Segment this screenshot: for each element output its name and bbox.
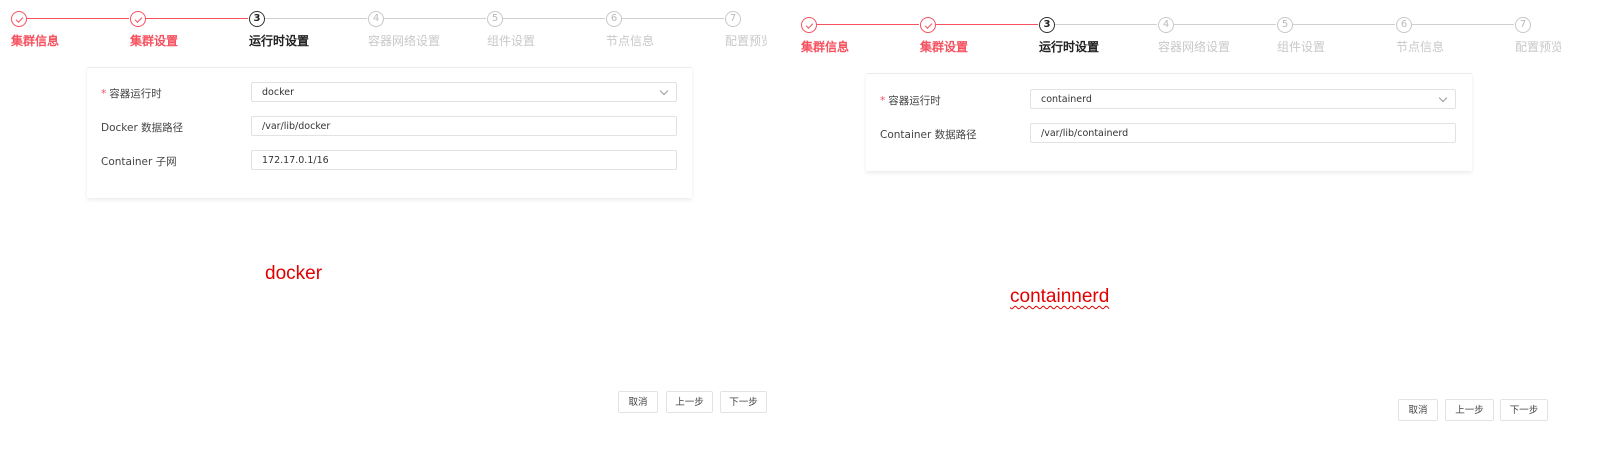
- runtime-row: * 容器运行时 containerd: [866, 89, 1472, 111]
- caption-containerd: containnerd: [1010, 286, 1110, 307]
- prev-step-button[interactable]: 上一步: [666, 391, 713, 413]
- caption-docker: docker: [265, 263, 323, 284]
- step-label: 集群信息: [801, 40, 850, 54]
- step-connector: [1055, 24, 1157, 25]
- step-label: 集群设置: [920, 40, 969, 54]
- step-label: 配置预览: [725, 34, 767, 48]
- check-icon: [801, 17, 817, 33]
- runtime-row: * 容器运行时 docker: [87, 82, 692, 104]
- data-path-row: Docker 数据路径 /var/lib/docker: [87, 116, 692, 138]
- step-label: 组件设置: [487, 34, 536, 48]
- step-label: 容器网络设置: [368, 34, 441, 48]
- runtime-select[interactable]: containerd: [1030, 89, 1456, 109]
- step-number: 7: [1515, 17, 1531, 33]
- step-label: 节点信息: [1396, 40, 1445, 54]
- check-icon: [920, 17, 936, 33]
- cancel-button[interactable]: 取消: [1398, 399, 1438, 421]
- step-label: 集群设置: [130, 34, 179, 48]
- subnet-input[interactable]: 172.17.0.1/16: [251, 150, 677, 170]
- step-number: 6: [606, 11, 622, 27]
- step-label: 运行时设置: [249, 34, 310, 48]
- runtime-select[interactable]: docker: [251, 82, 677, 102]
- data-path-label: Docker 数据路径: [101, 122, 184, 134]
- step-connector: [936, 24, 1038, 25]
- step-connector: [265, 18, 367, 19]
- wizard-steps: 集群信息 集群设置 3 运行时设置 4 容器网络设置 5 组件设置 6 节点信息…: [790, 17, 1590, 77]
- subnet-label: Container 子网: [101, 156, 177, 168]
- step-number: 4: [1158, 17, 1174, 33]
- step-number: 3: [249, 11, 265, 27]
- step-connector: [384, 18, 486, 19]
- step-connector: [1174, 24, 1276, 25]
- data-path-input[interactable]: /var/lib/docker: [251, 116, 677, 136]
- required-mark: *: [880, 95, 886, 107]
- runtime-select-value: docker: [262, 87, 294, 98]
- subnet-row: Container 子网 172.17.0.1/16: [87, 150, 692, 172]
- runtime-label: * 容器运行时: [101, 86, 162, 101]
- step-connector: [146, 18, 248, 19]
- cancel-button[interactable]: 取消: [618, 391, 658, 413]
- runtime-label-text: 容器运行时: [109, 88, 162, 100]
- data-path-row: Container 数据路径 /var/lib/containerd: [866, 123, 1472, 145]
- runtime-form-card: * 容器运行时 containerd Container 数据路径 /var/li…: [866, 73, 1472, 171]
- step-number: 3: [1039, 17, 1055, 33]
- runtime-label-text: 容器运行时: [888, 95, 941, 107]
- chevron-down-icon: [1438, 93, 1448, 103]
- docker-runtime-panel: 集群信息 集群设置 3 运行时设置 4 容器网络设置 5 组件设置 6 节点信息…: [0, 0, 800, 451]
- prev-step-button[interactable]: 上一步: [1445, 399, 1494, 421]
- runtime-form-card: * 容器运行时 docker Docker 数据路径 /var/lib/docke…: [87, 67, 692, 198]
- step-number: 5: [1277, 17, 1293, 33]
- check-icon: [130, 11, 146, 27]
- containerd-runtime-panel: 集群信息 集群设置 3 运行时设置 4 容器网络设置 5 组件设置 6 节点信息…: [801, 0, 1610, 451]
- step-label: 运行时设置: [1039, 40, 1100, 54]
- step-number: 4: [368, 11, 384, 27]
- chevron-down-icon: [659, 86, 669, 96]
- required-mark: *: [101, 88, 107, 100]
- step-connector: [622, 18, 724, 19]
- data-path-label: Container 数据路径: [880, 129, 977, 141]
- step-number: 7: [725, 11, 741, 27]
- runtime-label: * 容器运行时: [880, 93, 941, 108]
- step-number: 6: [1396, 17, 1412, 33]
- step-label: 配置预览: [1515, 40, 1561, 54]
- step-label: 集群信息: [11, 34, 60, 48]
- next-step-button[interactable]: 下一步: [1500, 399, 1548, 421]
- step-connector: [27, 18, 129, 19]
- step-number: 5: [487, 11, 503, 27]
- runtime-select-value: containerd: [1041, 94, 1092, 105]
- check-icon: [11, 11, 27, 27]
- wizard-steps: 集群信息 集群设置 3 运行时设置 4 容器网络设置 5 组件设置 6 节点信息…: [0, 11, 800, 71]
- next-step-button[interactable]: 下一步: [720, 391, 767, 413]
- step-connector: [817, 24, 919, 25]
- step-connector: [1412, 24, 1514, 25]
- step-connector: [1293, 24, 1395, 25]
- step-connector: [503, 18, 605, 19]
- step-label: 组件设置: [1277, 40, 1326, 54]
- step-label: 节点信息: [606, 34, 655, 48]
- data-path-input[interactable]: /var/lib/containerd: [1030, 123, 1456, 143]
- step-label: 容器网络设置: [1158, 40, 1231, 54]
